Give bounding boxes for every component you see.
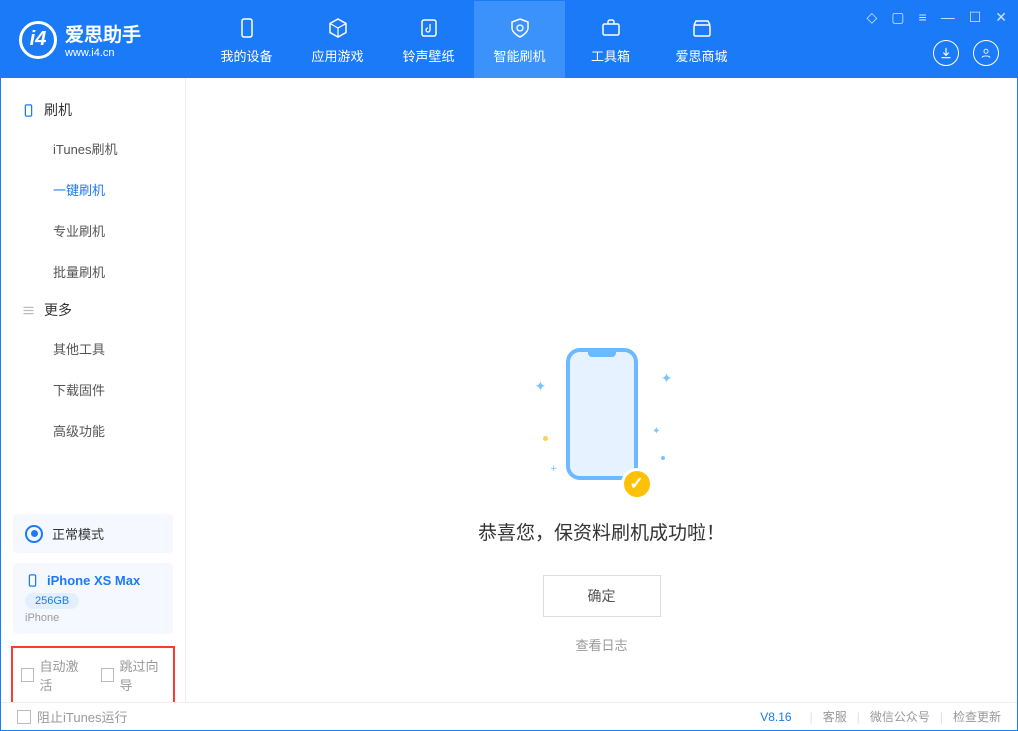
- user-icon[interactable]: [973, 40, 999, 66]
- success-panel: ✓ ✦ ✦ + ✦ 恭喜您，保资料刷机成功啦！ 确定 查看日志: [186, 348, 1017, 655]
- logo-icon: i4: [19, 21, 57, 59]
- footer-service-link[interactable]: 客服: [823, 708, 847, 725]
- minimize-icon[interactable]: —: [941, 9, 955, 26]
- device-type: iPhone: [25, 612, 161, 624]
- sparkle-icon: ✦: [652, 426, 660, 437]
- ok-button[interactable]: 确定: [543, 575, 661, 617]
- sidebar-item-pro-flash[interactable]: 专业刷机: [1, 210, 185, 251]
- phone-icon: [233, 14, 261, 42]
- sparkle-icon: +: [551, 463, 557, 475]
- sidebar-item-oneclick-flash[interactable]: 一键刷机: [1, 169, 185, 210]
- mode-indicator-icon: [25, 525, 43, 543]
- checkbox-icon: [21, 668, 34, 682]
- version-label: V8.16: [760, 710, 791, 724]
- sidebar-group-more: 更多: [1, 292, 185, 328]
- sidebar-group-flash: 刷机: [1, 92, 185, 128]
- sidebar-item-advanced[interactable]: 高级功能: [1, 410, 185, 451]
- briefcase-icon: [597, 14, 625, 42]
- footer: 阻止iTunes运行 V8.16 | 客服 | 微信公众号 | 检查更新: [1, 702, 1017, 730]
- brand-url: www.i4.cn: [65, 47, 141, 59]
- sidebar-item-download-firmware[interactable]: 下载固件: [1, 369, 185, 410]
- sparkle-icon: ✦: [661, 370, 673, 387]
- list-icon: [21, 303, 36, 318]
- tab-ringtones[interactable]: 铃声壁纸: [383, 1, 474, 78]
- checkbox-icon: [101, 668, 114, 682]
- content-area: ✓ ✦ ✦ + ✦ 恭喜您，保资料刷机成功啦！ 确定 查看日志: [186, 78, 1017, 704]
- header: i4 爱思助手 www.i4.cn 我的设备 应用游戏 铃声壁纸 智能刷机 工具…: [1, 1, 1017, 78]
- device-icon: [25, 573, 40, 588]
- close-icon[interactable]: ✕: [995, 9, 1007, 26]
- maximize-icon[interactable]: ☐: [969, 9, 982, 26]
- view-log-link[interactable]: 查看日志: [575, 638, 627, 653]
- device-capacity-badge: 256GB: [25, 593, 79, 609]
- tab-smart-flash[interactable]: 智能刷机: [474, 1, 565, 78]
- tab-toolbox[interactable]: 工具箱: [565, 1, 656, 78]
- note-icon[interactable]: ▢: [891, 9, 904, 26]
- sparkle-icon: ✦: [535, 378, 547, 395]
- mode-label: 正常模式: [52, 524, 104, 543]
- tab-my-device[interactable]: 我的设备: [201, 1, 292, 78]
- device-name: iPhone XS Max: [47, 573, 140, 588]
- dot-icon: [543, 436, 548, 441]
- device-mode-box[interactable]: 正常模式: [13, 514, 173, 553]
- shirt-icon[interactable]: ◇: [867, 9, 878, 26]
- success-message: 恭喜您，保资料刷机成功啦！: [186, 518, 1017, 545]
- header-right-icons: [933, 40, 999, 66]
- dot-icon: [661, 456, 665, 460]
- tab-apps[interactable]: 应用游戏: [292, 1, 383, 78]
- brand-name: 爱思助手: [65, 20, 141, 47]
- sidebar-item-batch-flash[interactable]: 批量刷机: [1, 251, 185, 292]
- auto-activate-checkbox[interactable]: 自动激活: [21, 656, 85, 694]
- tab-store[interactable]: 爱思商城: [656, 1, 747, 78]
- window-controls: ◇ ▢ ≡ — ☐ ✕: [867, 9, 1007, 26]
- sidebar: 刷机 iTunes刷机 一键刷机 专业刷机 批量刷机 更多 其他工具 下载固件 …: [1, 78, 186, 704]
- phone-success-illustration: ✓ ✦ ✦ + ✦: [557, 348, 647, 498]
- music-icon: [415, 14, 443, 42]
- checkbox-icon: [17, 710, 31, 724]
- device-info-box[interactable]: iPhone XS Max 256GB iPhone: [13, 563, 173, 634]
- skip-guide-checkbox[interactable]: 跳过向导: [101, 656, 165, 694]
- store-icon: [688, 14, 716, 42]
- stop-itunes-checkbox[interactable]: 阻止iTunes运行: [17, 707, 128, 726]
- footer-check-update-link[interactable]: 检查更新: [953, 708, 1001, 725]
- footer-wechat-link[interactable]: 微信公众号: [870, 708, 930, 725]
- menu-icon[interactable]: ≡: [919, 9, 927, 26]
- phone-outline-icon: [21, 103, 36, 118]
- refresh-shield-icon: [506, 14, 534, 42]
- sidebar-item-other-tools[interactable]: 其他工具: [1, 328, 185, 369]
- activation-options-highlight: 自动激活 跳过向导: [11, 646, 175, 704]
- sidebar-item-itunes-flash[interactable]: iTunes刷机: [1, 128, 185, 169]
- cube-icon: [324, 14, 352, 42]
- logo[interactable]: i4 爱思助手 www.i4.cn: [1, 1, 201, 78]
- checkmark-icon: ✓: [621, 468, 653, 500]
- download-icon[interactable]: [933, 40, 959, 66]
